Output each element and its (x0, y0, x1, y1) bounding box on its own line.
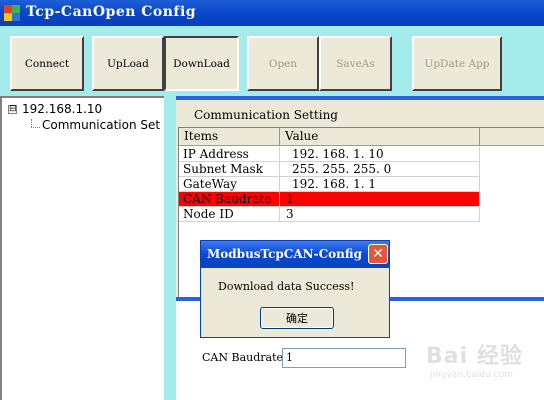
column-header-items[interactable]: Items (179, 128, 280, 146)
dialog-message: Download data Success! (218, 280, 355, 293)
tree-connector (31, 127, 40, 128)
watermark-text: Bai 经验 (426, 344, 523, 369)
table-row[interactable]: Subnet Mask 255. 255. 255. 0 (179, 162, 544, 177)
splitter[interactable] (164, 96, 176, 400)
item-cell: CAN Baudrate (179, 192, 280, 207)
tree-connector (31, 119, 32, 127)
value-cell[interactable]: 3 (280, 207, 480, 222)
item-cell: Subnet Mask (179, 162, 280, 177)
window-title: Tcp-CanOpen Config (26, 4, 197, 20)
value-cell[interactable]: 1 (280, 192, 480, 207)
connect-button[interactable]: Connect (10, 36, 84, 91)
close-icon[interactable]: ✕ (368, 244, 388, 264)
baidu-watermark: Bai 经验 jingyan.baidu.com (420, 336, 538, 386)
upload-button[interactable]: UpLoad (92, 36, 164, 91)
dialog-title-bar[interactable]: ModbusTcpCAN-Config ✕ (201, 241, 389, 268)
table-row-selected[interactable]: CAN Baudrate 1 (179, 192, 544, 207)
value-cell[interactable]: 192. 168. 1. 1 (280, 177, 480, 192)
table-row[interactable]: GateWay 192. 168. 1. 1 (179, 177, 544, 192)
panel-accent-bar (176, 96, 544, 100)
toolbar: Connect UpLoad DownLoad Open SaveAs UpDa… (0, 26, 544, 96)
section-caption: Communication Setting (194, 108, 338, 122)
item-cell: IP Address (179, 147, 280, 162)
watermark-url: jingyan.baidu.com (430, 370, 514, 380)
can-baudrate-input[interactable]: 1 (282, 348, 406, 368)
tree-node-label[interactable]: 192.168.1.10 (22, 102, 102, 116)
item-cell: GateWay (179, 177, 280, 192)
title-bar: Tcp-CanOpen Config (0, 0, 544, 26)
table-row[interactable]: IP Address 192. 168. 1. 10 (179, 147, 544, 162)
download-button[interactable]: DownLoad (164, 36, 239, 91)
can-baudrate-label: CAN Baudrate (202, 351, 283, 364)
success-dialog: ModbusTcpCAN-Config ✕ Download data Succ… (200, 240, 390, 338)
open-button[interactable]: Open (247, 36, 319, 91)
device-tree: ⊟ 192.168.1.10 (0, 96, 164, 400)
table-row[interactable]: Node ID 3 (179, 207, 544, 222)
save-as-button[interactable]: SaveAs (319, 36, 392, 91)
column-header-blank (480, 128, 544, 146)
value-cell[interactable]: 255. 255. 255. 0 (280, 162, 480, 177)
item-cell: Node ID (179, 207, 280, 222)
value-cell[interactable]: 192. 168. 1. 10 (280, 147, 480, 162)
ok-button[interactable]: 确定 (260, 307, 334, 329)
update-app-button[interactable]: UpDate App (412, 36, 502, 91)
app-icon (4, 5, 20, 21)
column-header-value[interactable]: Value (280, 128, 480, 146)
dialog-title: ModbusTcpCAN-Config (207, 247, 363, 261)
collapse-icon[interactable]: ⊟ (8, 105, 17, 114)
tree-node-communication-set[interactable]: Communication Set (42, 118, 160, 132)
